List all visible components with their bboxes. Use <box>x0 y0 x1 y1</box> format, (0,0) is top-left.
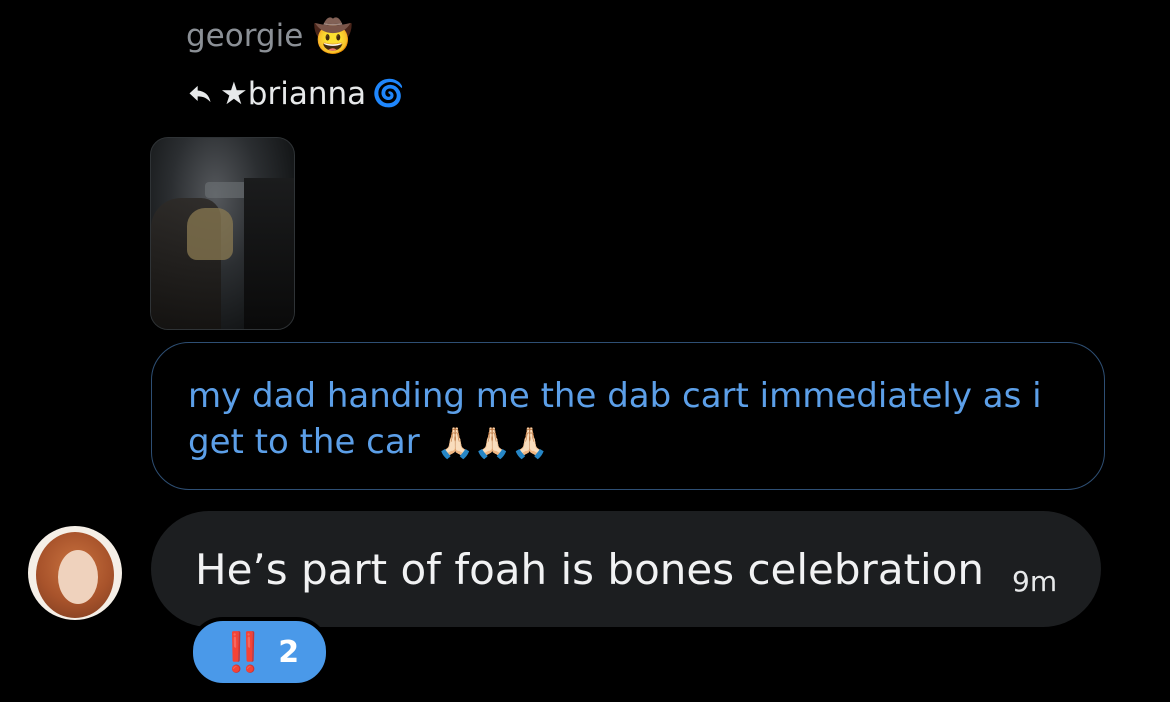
reply-header[interactable]: ★brianna 🌀 <box>186 76 405 112</box>
message-timestamp: 9m <box>1012 564 1058 598</box>
sender-name: georgie <box>186 18 304 54</box>
sender-emoji: 🤠 <box>313 17 354 55</box>
quoted-message-text: my dad handing me the dab cart immediate… <box>188 376 1042 462</box>
avatar[interactable] <box>28 526 122 620</box>
message-bubble[interactable]: He’s part of foah is bones celebration 9… <box>151 511 1101 627</box>
double-exclamation-icon: ‼️ <box>219 629 267 674</box>
quoted-message-emoji: 🙏🏻🙏🏻🙏🏻 <box>436 426 549 461</box>
reply-to-emoji: 🌀 <box>372 79 405 109</box>
reaction-count: 2 <box>278 634 300 670</box>
media-thumbnail[interactable] <box>150 137 295 330</box>
reaction-badge[interactable]: ‼️ 2 <box>189 617 330 687</box>
hand-shape <box>187 208 233 260</box>
seat-silhouette <box>244 178 294 329</box>
quoted-message[interactable]: my dad handing me the dab cart immediate… <box>151 342 1105 490</box>
reply-to-name: ★brianna <box>220 76 367 112</box>
reply-arrow-icon <box>189 85 211 103</box>
message-text: He’s part of foah is bones celebration <box>195 544 985 594</box>
sender-header: georgie 🤠 <box>186 18 353 54</box>
avatar-face <box>58 550 98 604</box>
